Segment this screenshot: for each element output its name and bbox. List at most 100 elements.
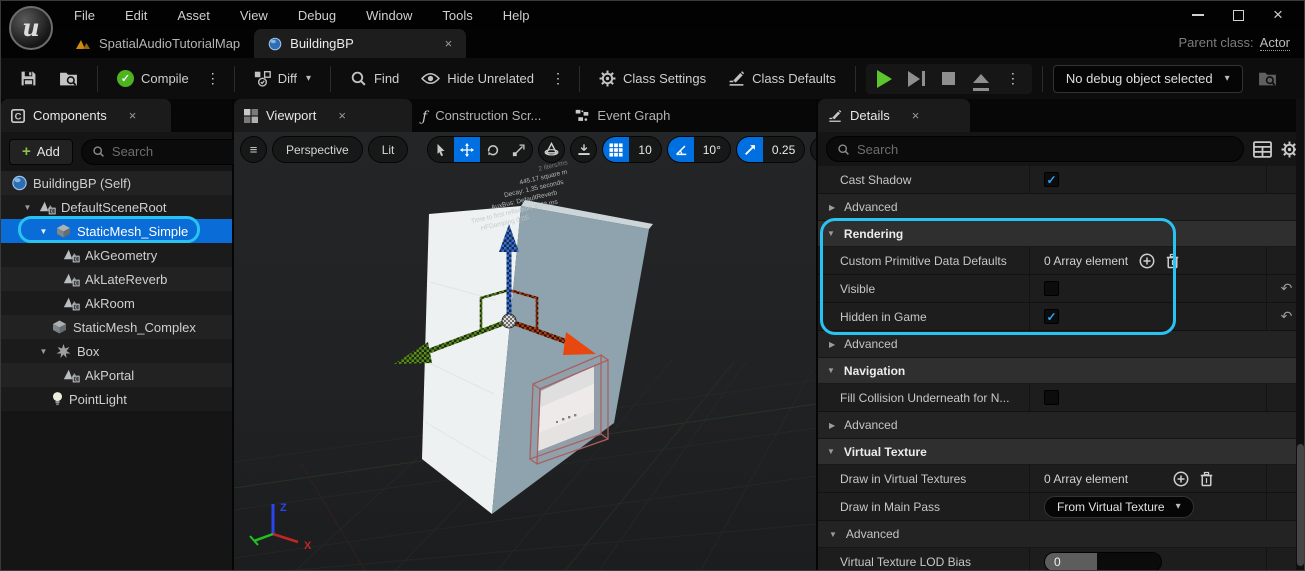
- chevron-down-icon[interactable]: ▼: [37, 347, 50, 356]
- camera-speed-button[interactable]: [811, 137, 816, 162]
- advanced-expander[interactable]: ▶ Advanced: [818, 194, 1305, 221]
- class-defaults-button[interactable]: Class Defaults: [719, 64, 845, 93]
- compile-button[interactable]: ✓ Compile: [108, 64, 198, 93]
- chevron-down-icon[interactable]: ▼: [21, 203, 34, 212]
- eject-button[interactable]: [966, 66, 996, 92]
- category-virtual-texture[interactable]: ▼ Virtual Texture: [818, 439, 1305, 465]
- rotate-tool-button[interactable]: [480, 137, 506, 162]
- add-component-button[interactable]: + Add: [9, 139, 73, 165]
- grid-snap-value[interactable]: 10: [629, 137, 660, 162]
- tree-item-defaultsceneroot[interactable]: ▼ DefaultSceneRoot: [1, 195, 232, 219]
- category-navigation[interactable]: ▼ Navigation: [818, 358, 1305, 384]
- tree-item-akroom[interactable]: AkRoom: [1, 291, 232, 315]
- details-search[interactable]: [826, 136, 1244, 162]
- close-tab-icon[interactable]: ×: [445, 36, 453, 51]
- grid-snap-toggle[interactable]: [603, 137, 629, 162]
- menu-asset[interactable]: Asset: [162, 1, 225, 29]
- reset-to-default-button[interactable]: ↶: [1281, 280, 1293, 297]
- tree-item-aklatereverb[interactable]: AkLateReverb: [1, 267, 232, 291]
- debug-browse-button[interactable]: [1249, 64, 1286, 93]
- angle-snap-toggle[interactable]: [668, 137, 694, 162]
- tab-spatialaudiotutorialmap[interactable]: SpatialAudioTutorialMap: [61, 29, 254, 58]
- scale-snap-toggle[interactable]: [737, 137, 763, 162]
- chevron-down-icon[interactable]: ▼: [37, 227, 50, 236]
- menu-debug[interactable]: Debug: [283, 1, 351, 29]
- advanced-expander[interactable]: ▶ Advanced: [818, 331, 1305, 358]
- add-array-element-icon[interactable]: [1139, 253, 1155, 269]
- parent-class-link[interactable]: Actor: [1260, 35, 1290, 51]
- trash-icon[interactable]: [1166, 253, 1179, 269]
- stop-button[interactable]: [934, 66, 964, 92]
- chevron-down-icon: ▾: [306, 73, 311, 84]
- advanced-expander-expanded[interactable]: ▼ Advanced: [818, 521, 1305, 548]
- scrollbar-thumb[interactable]: [1297, 444, 1304, 566]
- category-rendering[interactable]: ▼ Rendering: [818, 221, 1305, 247]
- maximize-button[interactable]: [1218, 3, 1258, 27]
- diff-button[interactable]: Diff ▾: [245, 64, 320, 93]
- world-local-toggle[interactable]: [538, 136, 565, 163]
- compile-options-button[interactable]: ⋮: [202, 64, 224, 93]
- add-array-element-icon[interactable]: [1173, 471, 1189, 487]
- tab-details[interactable]: Details ×: [818, 99, 970, 132]
- details-tabstrip: Details ×: [818, 99, 1305, 132]
- close-icon[interactable]: ×: [912, 108, 920, 123]
- blueprint-icon: [268, 37, 282, 51]
- menu-view[interactable]: View: [225, 1, 283, 29]
- tab-event-graph[interactable]: Event Graph: [565, 99, 680, 132]
- frame-skip-button[interactable]: [902, 66, 932, 92]
- save-button[interactable]: [11, 64, 46, 93]
- fill-collision-checkbox[interactable]: ✓: [1044, 390, 1059, 405]
- close-button[interactable]: ×: [1258, 3, 1298, 27]
- tree-item-pointlight[interactable]: PointLight: [1, 387, 232, 411]
- viewport-3d[interactable]: 2 liters/ms 445.17 square m Decay: 1.35 …: [234, 132, 816, 571]
- details-panel: Details × Cast Shadow ✓ ▶ Advanced: [816, 99, 1305, 571]
- menu-window[interactable]: Window: [351, 1, 427, 29]
- surface-snap-button[interactable]: [570, 136, 597, 163]
- hidden-in-game-checkbox[interactable]: ✓: [1044, 309, 1059, 324]
- lod-bias-spinner[interactable]: 0: [1044, 552, 1162, 571]
- tree-item-buildingbp-self[interactable]: BuildingBP (Self): [1, 171, 232, 195]
- play-button[interactable]: [870, 66, 900, 92]
- menu-file[interactable]: File: [59, 1, 110, 29]
- menu-edit[interactable]: Edit: [110, 1, 162, 29]
- play-options-button[interactable]: ⋮: [998, 66, 1028, 92]
- perspective-selector[interactable]: Perspective: [272, 136, 363, 163]
- components-toolbar: + Add: [1, 132, 232, 171]
- reset-to-default-button[interactable]: ↶: [1281, 308, 1293, 325]
- tree-item-box[interactable]: ▼ Box: [1, 339, 232, 363]
- tab-construction-script[interactable]: ƒ Construction Scr...: [412, 99, 551, 132]
- draw-in-main-pass-select[interactable]: From Virtual Texture ▾: [1044, 496, 1194, 518]
- menu-help[interactable]: Help: [488, 1, 545, 29]
- cast-shadow-checkbox[interactable]: ✓: [1044, 172, 1059, 187]
- minimize-button[interactable]: [1178, 3, 1218, 27]
- viewport-menu-button[interactable]: ≡: [240, 136, 267, 163]
- tab-buildingbp[interactable]: BuildingBP ×: [254, 29, 466, 58]
- close-icon[interactable]: ×: [338, 108, 346, 123]
- trash-icon[interactable]: [1200, 471, 1213, 487]
- tree-item-staticmesh-simple[interactable]: ▼ StaticMesh_Simple: [1, 219, 232, 243]
- hide-unrelated-options-button[interactable]: ⋮: [547, 64, 569, 93]
- tab-components[interactable]: Components ×: [1, 99, 171, 132]
- lit-mode-selector[interactable]: Lit: [368, 136, 409, 163]
- close-icon[interactable]: ×: [129, 108, 137, 123]
- tree-item-akgeometry[interactable]: AkGeometry: [1, 243, 232, 267]
- select-tool-button[interactable]: [428, 137, 454, 162]
- tree-item-staticmesh-complex[interactable]: StaticMesh_Complex: [1, 315, 232, 339]
- details-search-input[interactable]: [857, 142, 1233, 157]
- class-settings-button[interactable]: Class Settings: [590, 64, 715, 93]
- advanced-expander[interactable]: ▶ Advanced: [818, 412, 1305, 439]
- visible-checkbox[interactable]: ✓: [1044, 281, 1059, 296]
- translate-tool-button[interactable]: [454, 137, 480, 162]
- tree-item-akportal[interactable]: AkPortal: [1, 363, 232, 387]
- details-scrollbar[interactable]: [1296, 99, 1305, 571]
- scale-tool-button[interactable]: [506, 137, 532, 162]
- find-button[interactable]: Find: [341, 64, 408, 93]
- browse-button[interactable]: [50, 64, 87, 93]
- menu-tools[interactable]: Tools: [427, 1, 487, 29]
- scale-snap-value[interactable]: 0.25: [763, 137, 804, 162]
- debug-object-select[interactable]: No debug object selected ▾: [1053, 65, 1243, 93]
- display-filter-icon[interactable]: [1253, 141, 1272, 158]
- tab-viewport[interactable]: Viewport ×: [234, 99, 412, 132]
- hide-unrelated-button[interactable]: Hide Unrelated: [412, 64, 543, 93]
- angle-snap-value[interactable]: 10°: [694, 137, 730, 162]
